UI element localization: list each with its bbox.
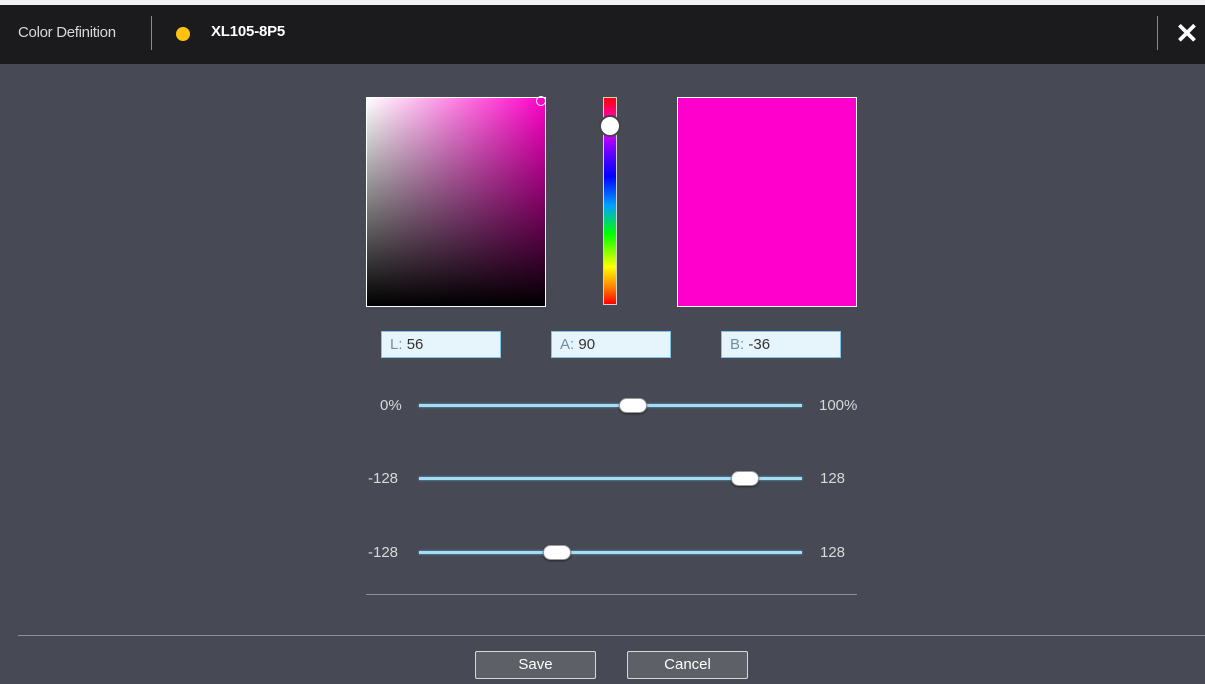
saturation-value-cursor[interactable] (536, 96, 546, 106)
close-icon[interactable]: ✕ (1172, 18, 1202, 50)
color-name: XL105-8P5 (211, 23, 286, 40)
l-field-value: 56 (406, 336, 424, 353)
hue-slider-knob[interactable] (599, 115, 621, 137)
b-slider-max-label: 128 (820, 544, 846, 561)
b-slider-track[interactable] (419, 551, 802, 554)
l-slider-max-label: 100% (819, 397, 858, 414)
l-slider-thumb[interactable] (619, 398, 648, 413)
footer-divider (18, 635, 1205, 636)
color-definition-dialog: Color Definition XL105-8P5 ✕ L: 56 A: 90… (0, 5, 1205, 684)
dialog-title: Color Definition (18, 24, 116, 41)
color-dot-icon (176, 27, 190, 41)
dialog-titlebar: Color Definition XL105-8P5 ✕ (0, 5, 1205, 64)
l-slider-min-label: 0% (380, 397, 402, 414)
l-value-field[interactable]: L: 56 (381, 331, 501, 358)
a-slider-max-label: 128 (820, 470, 846, 487)
b-slider-thumb[interactable] (542, 545, 571, 560)
l-slider-track[interactable] (419, 404, 802, 407)
a-field-label: A: (560, 336, 575, 353)
a-value-field[interactable]: A: 90 (551, 331, 671, 358)
b-field-label: B: (730, 336, 745, 353)
l-field-label: L: (390, 336, 403, 353)
close-divider (1157, 16, 1158, 50)
color-preview-swatch (677, 97, 857, 307)
a-field-value: 90 (578, 336, 596, 353)
section-divider (366, 594, 857, 595)
title-divider (151, 16, 152, 50)
a-slider-min-label: -128 (368, 470, 399, 487)
a-slider-thumb[interactable] (730, 471, 759, 486)
b-field-value: -36 (748, 336, 771, 353)
cancel-button[interactable]: Cancel (627, 651, 748, 679)
save-button[interactable]: Save (475, 651, 596, 679)
b-value-field[interactable]: B: -36 (721, 331, 841, 358)
saturation-value-area[interactable] (366, 97, 546, 307)
b-slider-min-label: -128 (368, 544, 399, 561)
